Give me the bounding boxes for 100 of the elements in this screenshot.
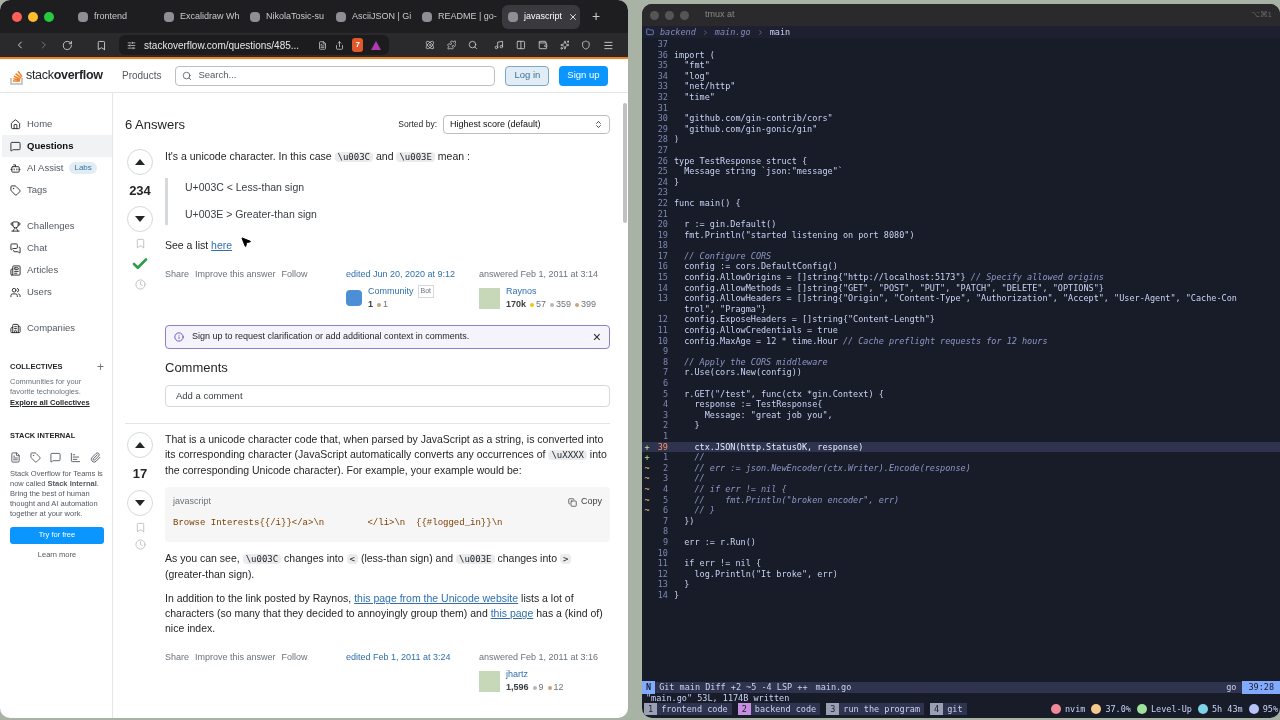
products-link[interactable]: Products [118,68,166,83]
sidebar-item[interactable]: Home [2,113,112,135]
add-collective-button[interactable]: + [97,361,104,373]
shield-badge[interactable]: 7 [352,38,363,52]
site-settings-icon[interactable] [127,40,137,50]
atom-icon[interactable] [424,40,435,50]
link[interactable]: this page [490,607,534,620]
tmux-window-tab[interactable]: 4 git [930,702,967,716]
tmux-window-tab[interactable]: 3 run the program [826,702,925,716]
reload-icon[interactable] [61,39,73,51]
edited-link[interactable]: edited Feb 1, 2011 at 3:24 [346,651,479,665]
minimize-window-icon[interactable] [28,11,38,22]
code-line: 24 } [656,176,681,188]
shield-icon[interactable] [581,40,592,50]
inline-code: \uXXXX [548,450,587,461]
close-tab-icon[interactable] [568,11,578,22]
tmux-window-tab[interactable]: 2 backend code [737,702,821,716]
sidebar-item[interactable]: Articles [2,259,112,281]
tag-icon [30,451,41,463]
window-index: 2 [737,702,751,716]
browser-tab[interactable]: NikolaTosic-su [244,4,322,29]
code-line: 35 "fmt" [656,60,711,71]
search-icon[interactable] [468,40,479,50]
file-type: go [1225,681,1238,694]
search-input[interactable]: Search... [198,68,489,83]
sidebar-item[interactable]: Questions [2,135,112,157]
sidebar-item[interactable]: Challenges [2,215,112,237]
site-logo-drawing[interactable]: stackoverflow [10,66,108,85]
extensions-icon[interactable] [446,40,457,50]
post-action-link[interactable]: Follow [281,651,308,665]
copy-button[interactable]: Copy [568,495,602,509]
badge-count: 399 [581,298,597,311]
code-line: 28 ) [656,134,681,145]
reader-icon[interactable] [318,40,328,50]
sidebar-item[interactable]: Companies [2,317,112,339]
post-action-link[interactable]: Follow [281,268,308,282]
user-name-link[interactable]: Community [368,284,414,298]
close-button[interactable]: × [592,329,601,344]
code-line: 12 log.Println("It broke", err) [656,568,839,580]
wallet-icon[interactable] [537,40,548,50]
sidebar-icon[interactable] [516,40,526,50]
code-line: 10 [656,547,669,559]
code-line: ~ 5 // fmt.Println("broken encoder", err) [643,494,901,506]
document-icon [10,451,21,463]
code-line: 8 [661,526,669,537]
edited-link[interactable]: edited Jun 20, 2020 at 9:12 [346,268,479,282]
sidebar-item[interactable]: AI Assist Labs [2,157,112,179]
mode-indicator: N [642,681,656,694]
breadcrumb-item[interactable]: main [769,25,791,39]
menu-icon[interactable] [603,39,614,51]
post-action-link[interactable]: Improve this answer [195,268,276,282]
address-bar[interactable]: stackoverflow.com/questions/485... 7 [119,35,389,55]
sort-label: Sorted by: [398,118,437,132]
link[interactable]: here [211,239,233,251]
close-window-icon[interactable] [12,11,22,22]
share-icon[interactable] [335,40,345,50]
post-action-link[interactable]: Share [165,651,190,665]
code-line: 25 Message string `json:"message"` [656,166,844,177]
code-line: ~ 4 // if err != nil { [643,483,788,495]
sort-dropdown[interactable]: Highest score (default) [443,115,610,135]
post-action-link[interactable]: Improve this answer [195,651,276,665]
window-index: 1 [644,702,658,716]
window-index: 3 [826,702,840,716]
sparkle-icon[interactable] [559,40,570,50]
sidebar-item[interactable]: Users [2,281,112,303]
bookmark-icon[interactable] [96,39,108,51]
code-line: 11 if err != nil { [656,558,762,569]
code-line: 8 // Apply the CORS middleware [661,356,829,368]
post-action-link[interactable]: Share [165,268,190,282]
sidebar-item[interactable]: Chat [2,237,112,259]
new-tab-button[interactable]: + [592,6,601,27]
maximize-window-icon[interactable] [44,11,54,22]
breadcrumb-item[interactable]: backend [660,25,696,39]
sidebar-item[interactable]: Tags [2,179,112,201]
tmux-window-tab[interactable]: 1 frontend code [644,702,732,716]
dropdown-caret-icon [594,120,603,130]
badge-count: 359 [556,298,572,311]
comment-field[interactable]: Add a comment [165,385,610,408]
code-line: 13 } [656,579,691,590]
code-line: 2 } [661,420,701,431]
user-name-link[interactable]: jhartz [506,667,564,682]
code-line: 22 func main() { [656,197,742,209]
code-line: 31 [656,102,669,114]
login-button[interactable]: Log in [505,65,550,86]
code-line: 7 r.Use(cors.New(config)) [661,367,803,378]
code-line: 10 config.MaxAge = 12 * time.Hour // Cache preflight requests for 12 hours [656,335,1049,347]
quote-line: U+003E > Greater-than sign [185,207,318,223]
code-line: 3 Message: "great job you", [661,409,834,421]
link[interactable]: this page from the Unicode website [354,592,519,605]
user-name-link[interactable]: Raynos [506,284,597,298]
breadcrumb-item[interactable]: main.go [714,25,751,39]
code-line: 36 import ( [656,49,716,61]
search-field[interactable]: Search... [175,65,496,86]
tab-favicon-icon [78,11,88,22]
nav-icon [10,220,21,232]
browser-tab[interactable]: frontend [72,4,150,29]
inline-code: \u003C [242,554,282,565]
browser-tab[interactable]: javascript [502,4,580,29]
command-message: "main.go" 53L, 1174B written [645,693,791,703]
music-icon[interactable] [494,40,504,50]
